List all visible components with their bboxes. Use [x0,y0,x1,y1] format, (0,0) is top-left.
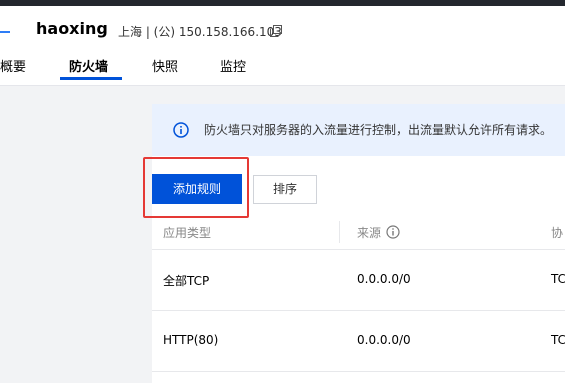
rule-protocol: TC [551,272,565,286]
back-indicator[interactable] [0,31,10,33]
active-tab-indicator [60,77,122,80]
tab-overview[interactable]: 概要 [0,56,26,84]
table-row: HTTP(80) 0.0.0.0/0 TC [152,311,565,372]
question-circle-icon[interactable] [386,225,400,239]
instance-name: haoxing [36,19,108,38]
sort-button[interactable]: 排序 [253,175,317,204]
info-icon [173,122,189,138]
table-row: 全部TCP 0.0.0.0/0 TC [152,250,565,311]
column-header-type: 应用类型 [163,226,212,240]
rule-source: 0.0.0.0/0 [357,272,411,286]
copy-icon[interactable] [270,25,282,37]
notice-text: 防火墙只对服务器的入流量进行控制，出流量默认允许所有请求。 [204,123,553,137]
add-rule-button[interactable]: 添加规则 [152,174,242,204]
column-header-source: 来源 [357,226,382,240]
tab-monitor[interactable]: 监控 [220,56,246,84]
rule-type: 全部TCP [163,274,210,288]
instance-region-ip: 上海 | (公) 150.158.166.103 [118,25,282,39]
column-divider [339,221,340,243]
tab-snapshot[interactable]: 快照 [152,56,178,84]
rule-type: HTTP(80) [163,333,219,347]
table-header: 应用类型 来源 协 [152,213,565,250]
rule-source: 0.0.0.0/0 [357,333,411,347]
rule-protocol: TC [551,333,565,347]
rules-table: 应用类型 来源 协 全部TCP 0.0.0.0/0 TC HTTP(80) 0.… [152,213,565,383]
column-header-protocol: 协 [551,226,564,240]
